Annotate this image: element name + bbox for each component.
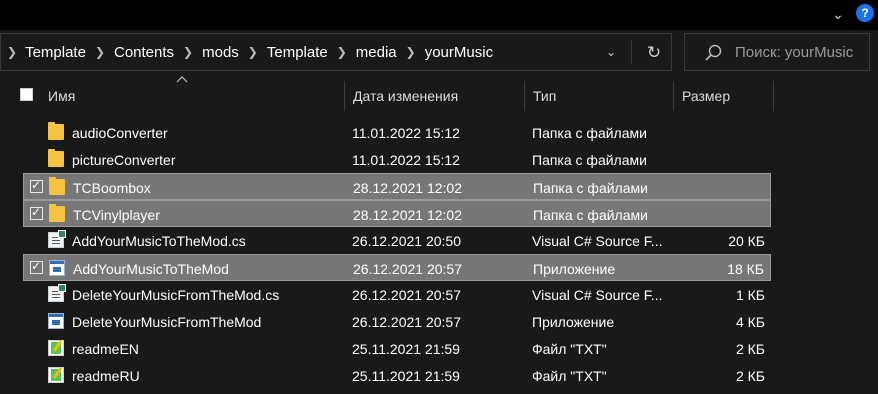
search-placeholder: Поиск: yourMusic	[735, 44, 854, 61]
address-divider	[631, 40, 632, 64]
row-checkbox[interactable]	[30, 259, 43, 274]
file-date: 11.01.2022 15:12	[352, 125, 460, 141]
column-divider[interactable]	[524, 81, 525, 111]
breadcrumb: ❯ Template ❯ Contents ❯ mods ❯ Template …	[1, 34, 493, 70]
breadcrumb-item-mods[interactable]: mods	[202, 44, 239, 61]
file-name: readmeEN	[72, 341, 139, 357]
text-file-icon	[48, 367, 64, 383]
file-name: audioConverter	[72, 125, 168, 141]
file-date: 26.12.2021 20:57	[352, 287, 461, 303]
file-size: 2 КБ	[735, 368, 765, 384]
file-date: 26.12.2021 20:57	[352, 314, 461, 330]
file-date: 28.12.2021 12:02	[353, 207, 462, 223]
sort-ascending-icon	[176, 76, 188, 83]
file-type: Visual C# Source F...	[532, 233, 663, 249]
text-file-icon	[48, 340, 64, 356]
breadcrumb-separator-icon[interactable]: ❯	[248, 45, 258, 59]
window-top-bar: ⌄ ?	[0, 0, 878, 30]
column-header-date[interactable]: Дата изменения	[353, 81, 458, 111]
file-row[interactable]: audioConverter 11.01.2022 15:12 Папка с фа…	[23, 119, 771, 146]
file-row[interactable]: pictureConverter 11.01.2022 15:12 Папка с …	[23, 146, 771, 173]
column-divider[interactable]	[673, 81, 674, 111]
folder-icon	[48, 149, 64, 167]
file-row[interactable]: AddYourMusicToTheMod.cs 26.12.2021 20:50 V…	[23, 227, 771, 254]
breadcrumb-separator-icon[interactable]: ❯	[183, 45, 193, 59]
file-name: pictureConverter	[72, 152, 176, 168]
breadcrumb-item-template-2[interactable]: Template	[267, 44, 328, 61]
select-all-checkbox[interactable]	[20, 88, 33, 101]
column-header-name-label: Имя	[48, 88, 76, 104]
help-icon[interactable]: ?	[856, 4, 874, 22]
file-name: TCVinylplayer	[73, 207, 160, 223]
file-name: DeleteYourMusicFromTheMod.cs	[72, 287, 280, 303]
column-header-size[interactable]: Размер	[682, 81, 730, 111]
file-size: 4 КБ	[735, 314, 765, 330]
file-name: readmeRU	[72, 368, 140, 384]
file-row[interactable]: readmeEN 25.11.2021 21:59 Файл "TXT" 2 КБ	[23, 335, 771, 362]
column-header-type-label: Тип	[533, 88, 557, 104]
file-size: 18 КБ	[727, 261, 764, 277]
file-type: Файл "TXT"	[532, 341, 607, 357]
address-history-chevron-icon[interactable]: ⌄	[601, 42, 621, 62]
breadcrumb-item-template[interactable]: Template	[25, 44, 86, 61]
search-input[interactable]: Поиск: yourMusic	[684, 33, 870, 71]
file-row[interactable]: DeleteYourMusicFromTheMod 26.12.2021 20:5…	[23, 308, 771, 335]
breadcrumb-separator-icon[interactable]: ❯	[406, 45, 416, 59]
file-row[interactable]: TCVinylplayer 28.12.2021 12:02 Папка с фай…	[23, 200, 771, 227]
file-date: 26.12.2021 20:57	[353, 261, 462, 277]
file-date: 26.12.2021 20:50	[352, 233, 461, 249]
csharp-file-icon	[48, 230, 66, 248]
refresh-icon[interactable]: ↻	[641, 40, 667, 66]
column-header-name[interactable]: Имя	[48, 81, 75, 111]
file-date: 11.01.2022 15:12	[352, 152, 460, 168]
file-size: 2 КБ	[735, 341, 765, 357]
file-row[interactable]: TCBoombox 28.12.2021 12:02 Папка с файлами	[23, 173, 771, 200]
file-row[interactable]: DeleteYourMusicFromTheMod.cs 26.12.2021 2…	[23, 281, 771, 308]
breadcrumb-separator-icon[interactable]: ❯	[95, 45, 105, 59]
application-icon	[48, 313, 64, 329]
file-date: 25.11.2021 21:59	[352, 341, 460, 357]
file-date: 28.12.2021 12:02	[353, 180, 462, 196]
file-type: Папка с файлами	[533, 180, 648, 196]
file-date: 25.11.2021 21:59	[352, 368, 460, 384]
file-type: Файл "TXT"	[532, 368, 607, 384]
address-bar[interactable]: ❯ Template ❯ Contents ❯ mods ❯ Template …	[0, 33, 672, 71]
file-name: TCBoombox	[73, 180, 151, 196]
application-icon	[49, 260, 65, 276]
column-divider[interactable]	[344, 81, 345, 111]
breadcrumb-separator-icon[interactable]: ❯	[337, 45, 347, 59]
file-size: 20 КБ	[728, 233, 765, 249]
column-header-type[interactable]: Тип	[533, 81, 556, 111]
file-name: AddYourMusicToTheMod.cs	[72, 233, 246, 249]
file-type: Приложение	[532, 314, 615, 330]
file-name: AddYourMusicToTheMod	[73, 261, 229, 277]
file-size: 1 КБ	[735, 287, 765, 303]
column-header-date-label: Дата изменения	[353, 88, 459, 104]
file-type: Приложение	[533, 261, 616, 277]
column-header-size-label: Размер	[682, 88, 731, 104]
file-type: Папка с файлами	[532, 125, 647, 141]
folder-icon	[49, 177, 65, 195]
file-type: Папка с файлами	[533, 207, 648, 223]
breadcrumb-item-media[interactable]: media	[356, 44, 397, 61]
expand-ribbon-chevron-icon[interactable]: ⌄	[828, 4, 848, 24]
breadcrumb-item-contents[interactable]: Contents	[114, 44, 174, 61]
row-checkbox[interactable]	[30, 205, 43, 220]
file-type: Папка с файлами	[532, 152, 647, 168]
folder-icon	[48, 122, 64, 140]
breadcrumb-separator-icon[interactable]: ❯	[7, 45, 17, 59]
file-row[interactable]: AddYourMusicToTheMod 26.12.2021 20:57 Прил…	[23, 254, 771, 281]
file-type: Visual C# Source F...	[532, 287, 663, 303]
column-divider[interactable]	[773, 81, 774, 111]
row-checkbox[interactable]	[30, 178, 43, 193]
folder-icon	[49, 204, 65, 222]
search-icon	[705, 44, 722, 61]
csharp-file-icon	[48, 284, 66, 302]
file-row[interactable]: readmeRU 25.11.2021 21:59 Файл "TXT" 2 КБ	[23, 362, 771, 389]
file-name: DeleteYourMusicFromTheMod	[72, 314, 262, 330]
breadcrumb-item-yourmusic[interactable]: yourMusic	[425, 44, 493, 61]
